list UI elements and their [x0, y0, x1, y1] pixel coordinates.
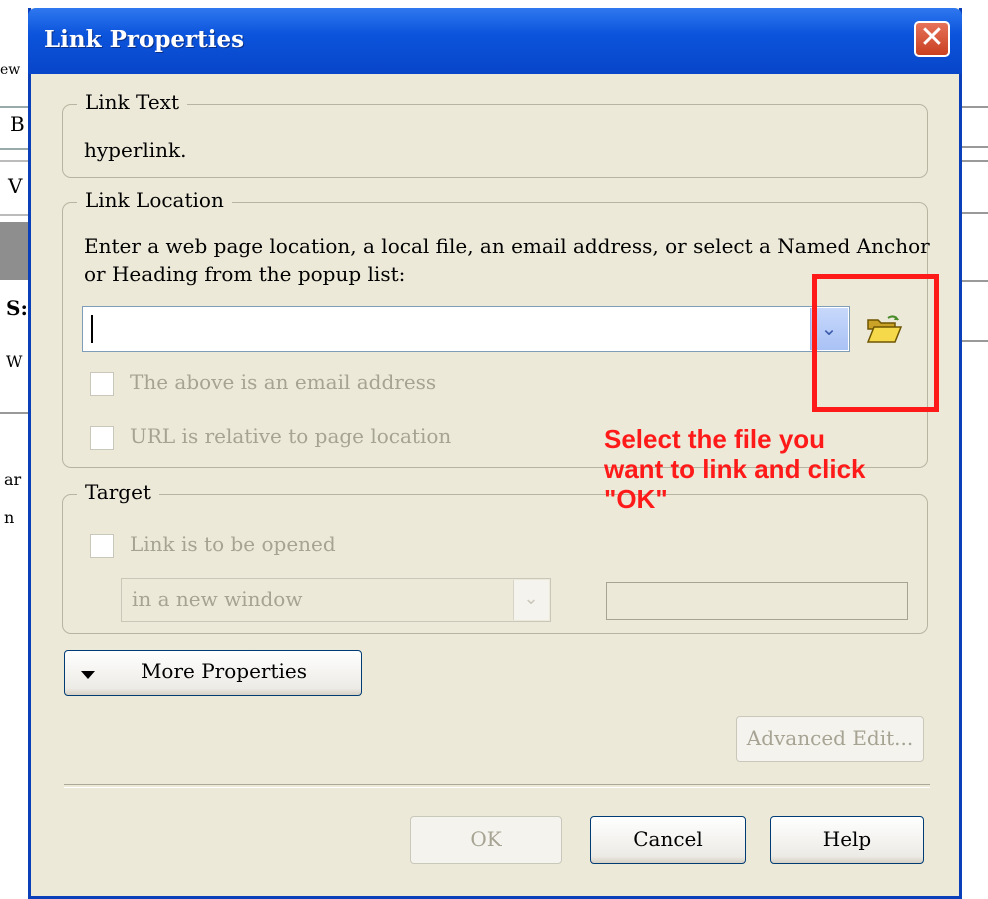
background-text-fragment: V [8, 174, 23, 198]
help-button[interactable]: Help [770, 816, 924, 864]
close-icon: ✕ [919, 20, 945, 55]
help-label: Help [822, 827, 872, 851]
background-text-fragment: S: [6, 296, 28, 320]
relative-url-checkbox[interactable] [90, 426, 114, 450]
background-text-fragment: B [10, 112, 25, 136]
link-text-legend: Link Text [77, 90, 187, 114]
background-window-left: ew B V S: W ar n [0, 0, 30, 899]
link-location-instructions: or Heading from the popup list: [84, 262, 406, 286]
target-legend: Target [77, 480, 159, 504]
target-window-select[interactable]: in a new window ⌄ [121, 578, 551, 622]
relative-url-checkbox-label: URL is relative to page location [130, 424, 452, 448]
annotation-line: Select the file you [604, 424, 826, 454]
advanced-edit-label: Advanced Edit... [746, 726, 914, 750]
link-text-group: Link Text [62, 90, 928, 178]
email-address-checkbox-label: The above is an email address [130, 370, 437, 394]
annotation-highlight-box [812, 274, 939, 412]
target-window-select-value: in a new window [132, 587, 303, 611]
annotation-line: "OK" [604, 484, 668, 514]
background-text-fragment: ew [0, 62, 21, 78]
background-text-fragment: W [6, 352, 23, 371]
ok-label: OK [470, 827, 502, 851]
email-address-checkbox[interactable] [90, 372, 114, 396]
text-caret [91, 315, 93, 343]
advanced-edit-button[interactable]: Advanced Edit... [736, 716, 924, 762]
more-properties-button[interactable]: More Properties [64, 650, 362, 696]
background-divider [960, 340, 988, 342]
background-divider [0, 412, 30, 414]
link-opened-checkbox[interactable] [90, 534, 114, 558]
background-divider [960, 106, 988, 108]
target-window-dropdown-button[interactable]: ⌄ [513, 580, 549, 620]
cancel-button[interactable]: Cancel [590, 816, 746, 864]
target-frame-name-field[interactable] [606, 582, 908, 620]
background-window-right [960, 0, 988, 899]
background-text-fragment: n [4, 508, 15, 527]
background-text-fragment: ar [4, 470, 22, 489]
link-opened-checkbox-label: Link is to be opened [130, 532, 336, 556]
more-properties-label: More Properties [140, 659, 308, 683]
background-panel [0, 222, 30, 280]
cancel-label: Cancel [633, 827, 703, 851]
close-button[interactable]: ✕ [914, 20, 950, 57]
link-location-instructions: Enter a web page location, a local file,… [84, 234, 930, 258]
background-divider [960, 160, 988, 162]
link-location-legend: Link Location [77, 188, 232, 212]
background-divider [960, 280, 988, 282]
chevron-down-icon: ⌄ [523, 588, 539, 609]
link-location-input[interactable]: ⌄ [82, 306, 850, 352]
background-divider [960, 146, 988, 148]
dialog-title: Link Properties [44, 26, 245, 53]
ok-button[interactable]: OK [410, 816, 562, 864]
triangle-down-icon [81, 671, 95, 679]
background-divider [960, 212, 988, 214]
dialog-titlebar[interactable]: Link Properties ✕ [28, 8, 962, 74]
button-separator [64, 784, 930, 788]
annotation-line: want to link and click [604, 454, 866, 484]
link-text-value: hyperlink. [84, 138, 187, 162]
annotation-text: Select the file you want to link and cli… [604, 424, 866, 514]
